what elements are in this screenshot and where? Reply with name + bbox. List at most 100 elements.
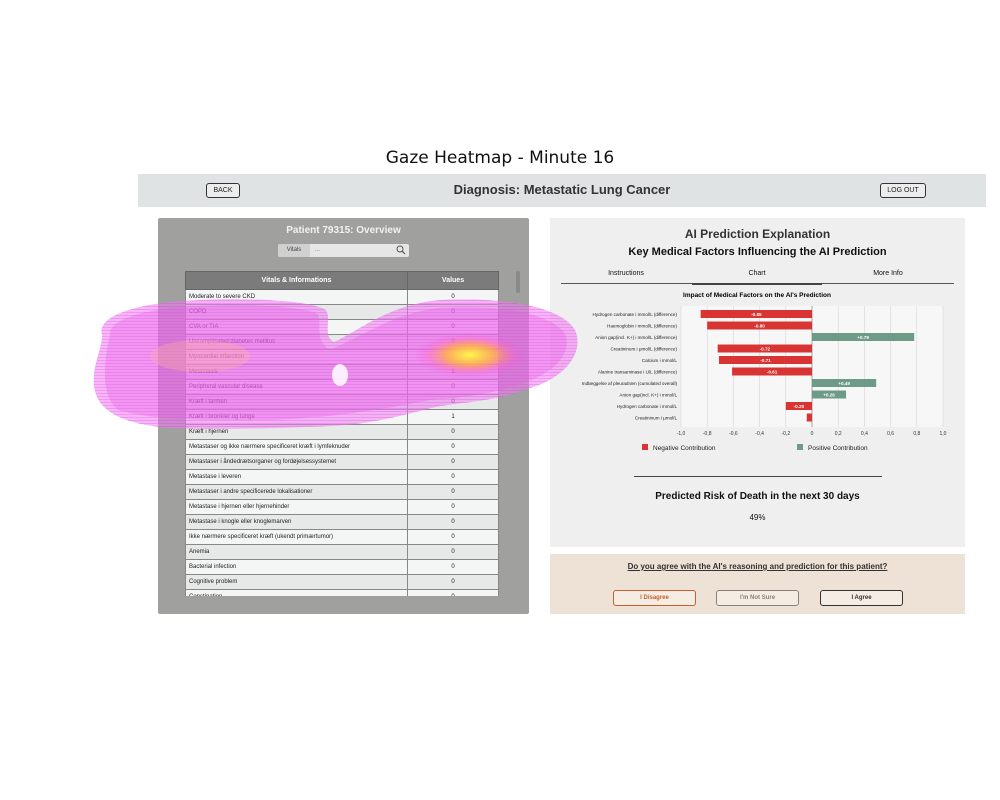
vital-value: 0	[407, 529, 499, 545]
vital-label: Kræft i bronkier og lunge	[185, 409, 408, 425]
logout-button[interactable]: LOG OUT	[880, 183, 926, 198]
table-row[interactable]: Kræft i hjernen 0	[185, 424, 499, 440]
explanation-tabs: Instructions Chart More Info	[561, 266, 954, 285]
category-label: Haemoglobin i mmol/L (difference)	[607, 324, 677, 329]
vitals-search[interactable]: Vitals ...	[278, 244, 409, 257]
vital-value: 0	[407, 379, 499, 395]
vital-value: 0	[407, 469, 499, 485]
table-row[interactable]: Metastase i knogle eller knoglemarven 0	[185, 514, 499, 530]
table-row[interactable]: CVA or TIA 0	[185, 319, 499, 335]
x-tick-label: 0	[811, 431, 814, 437]
table-row[interactable]: Moderate to severe CKD 0	[185, 289, 499, 305]
vital-label: Metastase i leveren	[185, 469, 408, 485]
vital-label: Moderate to severe CKD	[185, 289, 408, 305]
table-row[interactable]: Peripheral vascular disease 0	[185, 379, 499, 395]
search-category-tag[interactable]: Vitals	[278, 244, 310, 257]
vital-label: Metastase i hjernen eller hjernehinder	[185, 499, 408, 515]
table-row[interactable]: Cognitive problem 0	[185, 574, 499, 590]
tab-chart[interactable]: Chart	[692, 270, 822, 285]
app-window: BACK Diagnosis: Metastatic Lung Cancer L…	[138, 174, 986, 620]
table-scrollbar[interactable]	[516, 271, 520, 293]
vital-label: Kræft i hjernen	[185, 424, 408, 440]
vital-label: Kræft i tarmen	[185, 394, 408, 410]
category-label: Creatininum i μmol/L	[635, 416, 678, 421]
table-row[interactable]: Bacterial infection 0	[185, 559, 499, 575]
vital-value: 1	[407, 409, 499, 425]
x-tick-label: -1,0	[677, 431, 686, 437]
category-label: Hydrogen carbonate i mmol/L	[617, 404, 678, 409]
column-header-values: Values	[407, 271, 499, 290]
table-row[interactable]: Metastase i leveren 0	[185, 469, 499, 485]
category-label: Creatininum i μmol/L (difference)	[611, 347, 678, 352]
impact-chart: Impact of Medical Factors on the AI's Pr…	[582, 292, 947, 452]
table-row[interactable]: Kræft i tarmen 0	[185, 394, 499, 410]
patient-overview-panel: Patient 79315: Overview Vitals ... Vital…	[158, 218, 529, 614]
table-row[interactable]: Metastaser og ikke nærmere specificeret …	[185, 439, 499, 455]
vitals-table[interactable]: Vitals & Informations Values Moderate to…	[185, 271, 499, 596]
vital-label: Metastase i knogle eller knoglemarven	[185, 514, 408, 530]
not-sure-button[interactable]: I'm Not Sure	[716, 590, 799, 606]
column-header-vitals: Vitals & Informations	[185, 271, 408, 290]
search-input[interactable]: ...	[315, 244, 320, 257]
table-row[interactable]: Anemia 0	[185, 544, 499, 560]
risk-value: 49%	[749, 513, 766, 522]
agree-button[interactable]: I Agree	[820, 590, 903, 606]
x-tick-label: 0,4	[861, 431, 868, 437]
table-row[interactable]: Metastasis 1	[185, 364, 499, 380]
category-label: Anion gap(incl. K+) i mmol/L	[619, 393, 677, 398]
vital-value: 0	[407, 544, 499, 560]
vital-label: Uncomplicated diabetes mellitus	[185, 334, 408, 350]
vital-label: Cognitive problem	[185, 574, 408, 590]
vital-label: Constipation	[185, 589, 408, 596]
x-tick-label: -0,8	[703, 431, 712, 437]
patient-title: Patient 79315: Overview	[286, 225, 401, 236]
figure-title: Gaze Heatmap - Minute 16	[385, 148, 615, 168]
legend-label: Negative Contribution	[653, 445, 716, 452]
x-tick-label: -0,2	[781, 431, 790, 437]
x-tick-label: -0,6	[729, 431, 738, 437]
category-label: Calcium i mmol/L	[642, 358, 678, 363]
category-label: Hydrogen carbonate i mmol/L (difference)	[592, 312, 677, 317]
bar-value-label: -0.61	[767, 370, 778, 375]
bar-value-label: -0.80	[754, 324, 765, 329]
vital-value: 0	[407, 484, 499, 500]
agreement-question: Do you agree with the AI's reasoning and…	[627, 562, 888, 571]
table-row[interactable]: Kræft i bronkier og lunge 1	[185, 409, 499, 425]
category-label: Indlæggelse af pleuradræn (cumulated ove…	[582, 381, 678, 386]
tab-more-info[interactable]: More Info	[823, 270, 953, 277]
table-row[interactable]: COPD 0	[185, 304, 499, 320]
vital-value: 0	[407, 574, 499, 590]
vital-value: 0	[407, 439, 499, 455]
vital-value: 0	[407, 424, 499, 440]
agreement-panel: Do you agree with the AI's reasoning and…	[550, 554, 965, 614]
vital-value: 0	[407, 349, 499, 365]
bar-value-label: -0.72	[760, 347, 771, 352]
table-row[interactable]: Uncomplicated diabetes mellitus 0	[185, 334, 499, 350]
bar-value-label: +0.78	[857, 335, 869, 340]
table-row[interactable]: Metastaser i åndedrætsorganer og fordøje…	[185, 454, 499, 470]
table-row[interactable]: Constipation0	[185, 589, 499, 596]
table-row[interactable]: Metastase i hjernen eller hjernehinder 0	[185, 499, 499, 515]
vital-value: 0	[407, 454, 499, 470]
header-bar: BACK Diagnosis: Metastatic Lung Cancer L…	[138, 174, 986, 207]
tab-instructions[interactable]: Instructions	[561, 270, 691, 277]
table-row[interactable]: Ikke nærmere specificeret kræft (ukendt …	[185, 529, 499, 545]
vital-label: Metastaser i andre specificerede lokalis…	[185, 484, 408, 500]
table-row[interactable]: Myocardial infarction 0	[185, 349, 499, 365]
vital-value: 0	[407, 304, 499, 320]
x-tick-label: 0,8	[913, 431, 920, 437]
disagree-button[interactable]: I Disagree	[613, 590, 696, 606]
vital-value: 0	[407, 319, 499, 335]
legend-swatch	[642, 444, 648, 450]
bar	[806, 413, 812, 422]
table-row[interactable]: Metastaser i andre specificerede lokalis…	[185, 484, 499, 500]
bar-value-label: -0.71	[760, 358, 771, 363]
vital-label: Metastasis	[185, 364, 408, 380]
vital-value: 0	[407, 394, 499, 410]
vital-label: Bacterial infection	[185, 559, 408, 575]
x-tick-label: 0,6	[887, 431, 894, 437]
bar-value-label: -0.85	[751, 312, 762, 317]
bar-value-label: +0.26	[823, 393, 835, 398]
search-icon[interactable]	[396, 245, 406, 255]
chart-title: Impact of Medical Factors on the AI's Pr…	[683, 292, 831, 299]
